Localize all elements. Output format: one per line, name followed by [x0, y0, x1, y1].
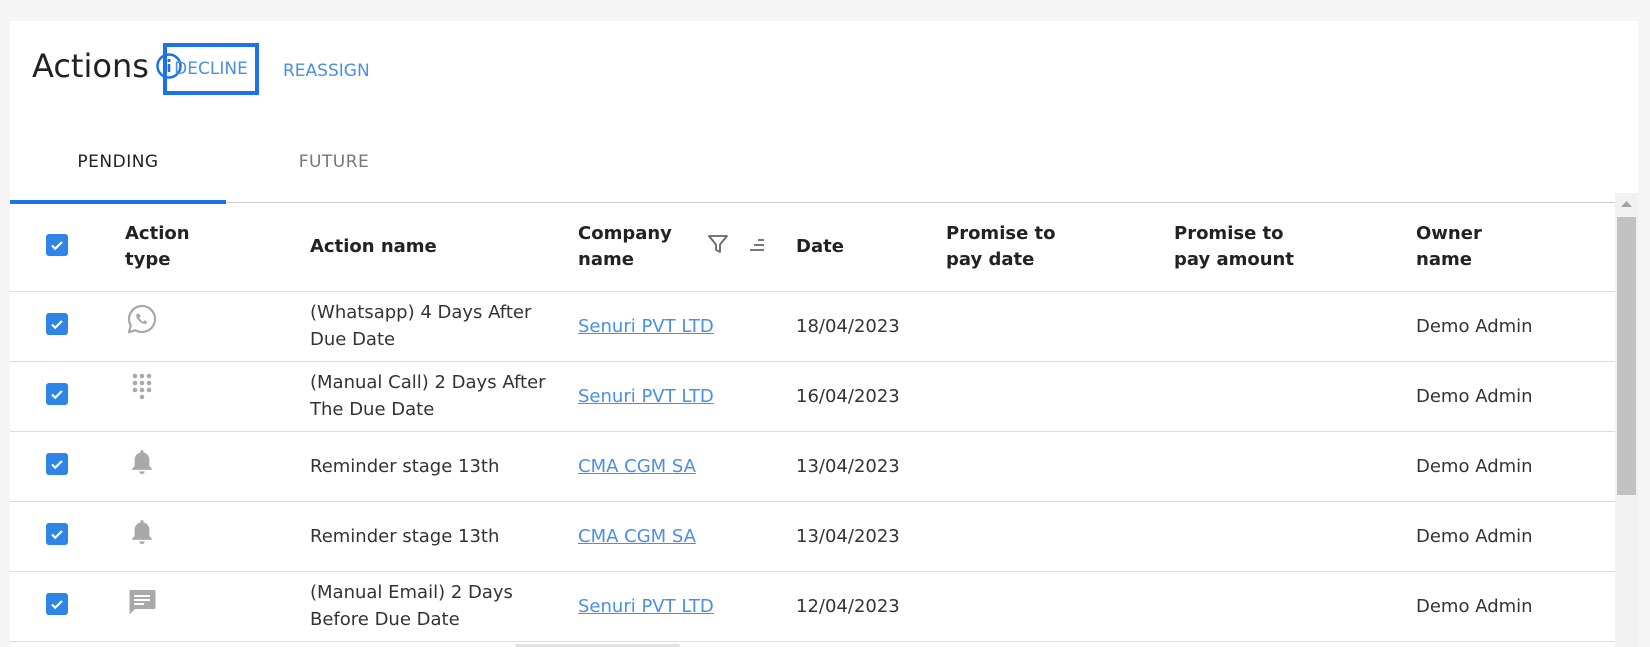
- company-link[interactable]: Senuri PVT LTD: [578, 386, 714, 407]
- action-type-cell: [125, 431, 310, 502]
- row-select-cell: [10, 291, 125, 362]
- owner-cell: Demo Admin: [1416, 501, 1623, 572]
- header-owner-name-label: Owner name: [1416, 223, 1482, 271]
- check-icon: [51, 599, 63, 609]
- company-cell: Senuri PVT LTD: [578, 571, 796, 642]
- owner-cell: Demo Admin: [1416, 431, 1623, 502]
- select-all-cell: [10, 204, 125, 292]
- vertical-scrollbar[interactable]: [1615, 193, 1638, 647]
- check-icon: [51, 240, 63, 250]
- date-cell: 13/04/2023: [796, 431, 946, 502]
- owner-cell: Demo Admin: [1416, 361, 1623, 432]
- ptp-date-cell: [946, 361, 1174, 432]
- action-name-cell: (Manual Email) 2 Days Before Due Date: [310, 571, 578, 642]
- whatsapp-icon: [127, 304, 157, 334]
- action-type-cell: [125, 291, 310, 362]
- table-row[interactable]: Reminder stage 13th CMA CGM SA 13/04/202…: [10, 431, 1623, 502]
- actions-table: Action type Action name Company name Dat…: [10, 204, 1623, 642]
- row-select-cell: [10, 571, 125, 642]
- header-ptp-amount: Promise to pay amount: [1174, 204, 1416, 292]
- owner-cell: Demo Admin: [1416, 571, 1623, 642]
- header-action-name: Action name: [310, 204, 578, 292]
- bell-icon: [132, 450, 152, 475]
- scroll-up-arrow-icon[interactable]: [1615, 193, 1638, 215]
- company-link[interactable]: CMA CGM SA: [578, 456, 696, 477]
- table-row[interactable]: (Manual Email) 2 Days Before Due Date Se…: [10, 571, 1623, 642]
- page-title: Actions: [32, 47, 149, 85]
- action-type-cell: [125, 571, 310, 642]
- company-link[interactable]: CMA CGM SA: [578, 526, 696, 547]
- row-checkbox[interactable]: [46, 452, 68, 475]
- action-name-cell: (Manual Call) 2 Days After The Due Date: [310, 361, 578, 432]
- check-icon: [51, 389, 63, 399]
- table-row[interactable]: (Manual Call) 2 Days After The Due Date …: [10, 361, 1623, 432]
- check-icon: [51, 529, 63, 539]
- ptp-date-cell: [946, 501, 1174, 572]
- row-checkbox[interactable]: [46, 382, 68, 405]
- header-action-type: Action type: [125, 204, 310, 292]
- select-all-checkbox[interactable]: [46, 233, 68, 256]
- row-select-cell: [10, 361, 125, 432]
- message-icon: [129, 590, 156, 615]
- actions-header: Actions DECLINE REASSIGN: [10, 21, 1638, 116]
- ptp-amount-cell: [1174, 361, 1416, 432]
- ptp-amount-cell: [1174, 431, 1416, 502]
- action-type-cell: [125, 501, 310, 572]
- company-link[interactable]: Senuri PVT LTD: [578, 316, 714, 337]
- ptp-date-cell: [946, 431, 1174, 502]
- row-checkbox[interactable]: [46, 592, 68, 615]
- tab-future[interactable]: FUTURE: [226, 121, 442, 203]
- company-cell: Senuri PVT LTD: [578, 291, 796, 362]
- table-row[interactable]: Reminder stage 13th CMA CGM SA 13/04/202…: [10, 501, 1623, 572]
- row-checkbox[interactable]: [46, 522, 68, 545]
- action-name-cell: Reminder stage 13th: [310, 501, 578, 572]
- filter-icon[interactable]: [706, 232, 730, 256]
- date-cell: 13/04/2023: [796, 501, 946, 572]
- actions-table-container: Action type Action name Company name Dat…: [10, 204, 1623, 647]
- header-ptp-amount-label: Promise to pay amount: [1174, 223, 1294, 271]
- date-cell: 18/04/2023: [796, 291, 946, 362]
- ptp-amount-cell: [1174, 501, 1416, 572]
- check-icon: [51, 319, 63, 329]
- action-type-cell: [125, 361, 310, 432]
- check-icon: [51, 459, 63, 469]
- dialpad-icon: [132, 373, 152, 400]
- actions-tabs: PENDING FUTURE: [10, 121, 1638, 204]
- header-company-name-label: Company name: [578, 223, 672, 271]
- reassign-button[interactable]: REASSIGN: [283, 61, 370, 81]
- header-company-name: Company name: [578, 204, 796, 292]
- company-link[interactable]: Senuri PVT LTD: [578, 596, 714, 617]
- company-cell: CMA CGM SA: [578, 501, 796, 572]
- row-select-cell: [10, 431, 125, 502]
- ptp-date-cell: [946, 291, 1174, 362]
- row-checkbox[interactable]: [46, 312, 68, 335]
- date-cell: 16/04/2023: [796, 361, 946, 432]
- action-name-cell: Reminder stage 13th: [310, 431, 578, 502]
- actions-card: Actions DECLINE REASSIGN PENDING FUTURE …: [10, 21, 1638, 647]
- date-cell: 12/04/2023: [796, 571, 946, 642]
- company-cell: CMA CGM SA: [578, 431, 796, 502]
- ptp-date-cell: [946, 571, 1174, 642]
- bell-icon: [132, 520, 152, 545]
- header-date: Date: [796, 204, 946, 292]
- action-name-cell: (Whatsapp) 4 Days After Due Date: [310, 291, 578, 362]
- sort-icon[interactable]: [746, 234, 768, 256]
- header-owner-name: Owner name: [1416, 204, 1623, 292]
- table-row[interactable]: (Whatsapp) 4 Days After Due Date Senuri …: [10, 291, 1623, 362]
- header-action-type-label: Action type: [125, 223, 190, 271]
- ptp-amount-cell: [1174, 571, 1416, 642]
- decline-button[interactable]: DECLINE: [163, 43, 259, 95]
- table-header-row: Action type Action name Company name Dat…: [10, 204, 1623, 292]
- header-ptp-date: Promise to pay date: [946, 204, 1174, 292]
- tab-pending[interactable]: PENDING: [10, 121, 226, 204]
- company-cell: Senuri PVT LTD: [578, 361, 796, 432]
- header-ptp-date-label: Promise to pay date: [946, 223, 1056, 271]
- row-select-cell: [10, 501, 125, 572]
- ptp-amount-cell: [1174, 291, 1416, 362]
- owner-cell: Demo Admin: [1416, 291, 1623, 362]
- scrollbar-thumb[interactable]: [1617, 217, 1636, 495]
